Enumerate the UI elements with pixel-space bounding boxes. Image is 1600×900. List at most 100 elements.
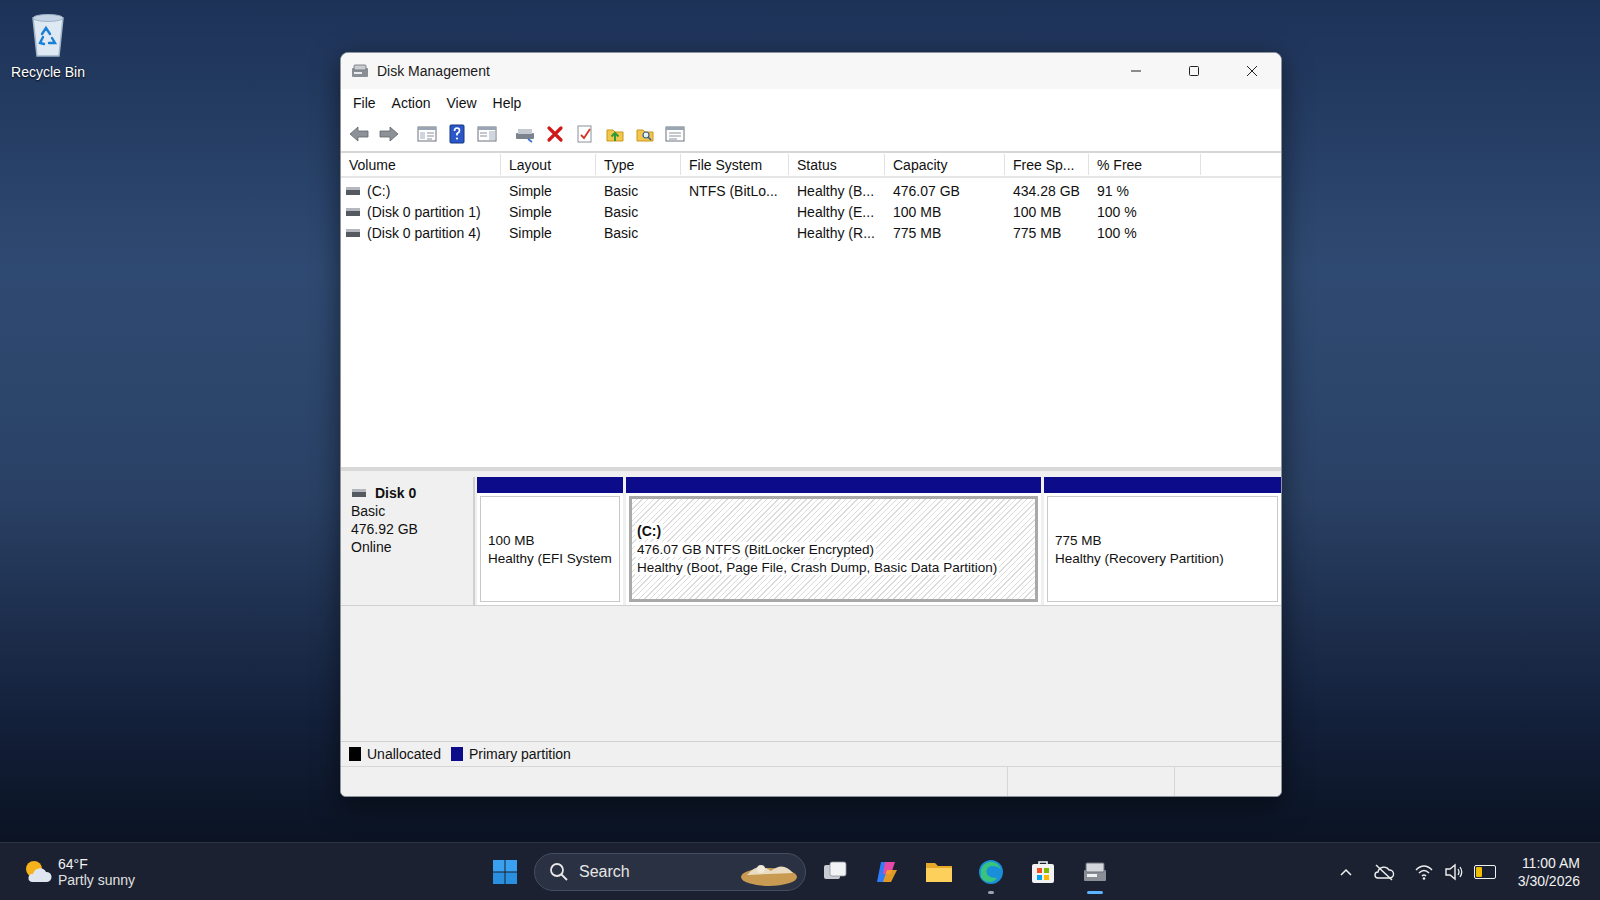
task-view-icon xyxy=(822,859,848,885)
console-tree-button[interactable] xyxy=(413,121,441,147)
forward-button[interactable] xyxy=(375,121,403,147)
column-header[interactable]: Free Sp... xyxy=(1005,154,1089,175)
battery-icon xyxy=(1474,865,1496,879)
column-header[interactable]: Layout xyxy=(501,154,596,175)
table-cell: 476.07 GB xyxy=(885,181,1005,201)
search-box[interactable]: Search xyxy=(534,853,806,891)
show-hidden-icons-button[interactable] xyxy=(1332,854,1360,890)
table-cell: Simple xyxy=(501,202,596,222)
disk-state: Online xyxy=(351,539,467,555)
weather-widget[interactable]: 64°FPartly sunny xyxy=(0,856,222,888)
recycle-bin[interactable]: Recycle Bin xyxy=(6,8,90,82)
table-cell: Healthy (R... xyxy=(789,223,885,243)
table-row[interactable]: (Disk 0 partition 4) Simple Basic Health… xyxy=(341,222,1281,243)
volume-list: VolumeLayoutTypeFile SystemStatusCapacit… xyxy=(341,153,1281,471)
up-button[interactable] xyxy=(601,121,629,147)
back-arrow-icon xyxy=(348,125,370,143)
legend-item: Unallocated xyxy=(349,746,441,762)
table-row[interactable]: (Disk 0 partition 1) Simple Basic Health… xyxy=(341,201,1281,222)
table-cell xyxy=(681,231,789,235)
disk-name: Disk 0 xyxy=(375,485,416,501)
wifi-icon xyxy=(1414,863,1434,881)
properties-button[interactable] xyxy=(571,121,599,147)
start-button[interactable] xyxy=(482,849,528,895)
store-app[interactable] xyxy=(1020,849,1066,895)
clock-time: 11:00 AM xyxy=(1522,855,1580,871)
legend: Unallocated Primary partition xyxy=(341,741,1281,766)
close-icon xyxy=(1246,65,1258,77)
disk-type: Basic xyxy=(351,503,467,519)
partition[interactable]: 775 MBHealthy (Recovery Partition) xyxy=(1044,477,1281,605)
column-header[interactable]: Type xyxy=(596,154,681,175)
drive-icon xyxy=(514,125,536,143)
task-view-app[interactable] xyxy=(812,849,858,895)
sync-off-button[interactable] xyxy=(1370,854,1398,890)
disk-graphical-view: Disk 0Basic476.92 GBOnline100 MBHealthy … xyxy=(341,471,1281,741)
partition-text: Healthy (Recovery Partition) xyxy=(1053,551,1226,566)
help-button[interactable] xyxy=(443,121,471,147)
table-cell xyxy=(681,210,789,214)
partition-stripe xyxy=(1044,477,1281,493)
menu-item[interactable]: Help xyxy=(485,91,530,115)
partitions: 100 MBHealthy (EFI System(C:)476.07 GB N… xyxy=(477,477,1281,605)
table-cell: 91 % xyxy=(1089,181,1201,201)
disk-management-app[interactable] xyxy=(1072,849,1118,895)
legend-swatch xyxy=(451,747,463,761)
delete-button[interactable] xyxy=(541,121,569,147)
disk-row: Disk 0Basic476.92 GBOnline100 MBHealthy … xyxy=(341,477,1281,606)
connect-drive-button[interactable] xyxy=(511,121,539,147)
edge-app[interactable] xyxy=(968,849,1014,895)
partition-text: Healthy (Boot, Page File, Crash Dump, Ba… xyxy=(635,560,999,575)
edge-browser-icon xyxy=(977,858,1005,886)
volume-icon xyxy=(345,228,361,238)
window-title: Disk Management xyxy=(377,63,490,79)
explorer-app[interactable] xyxy=(916,849,962,895)
partition-body: 100 MBHealthy (EFI System xyxy=(480,496,620,602)
details-view-icon xyxy=(665,125,685,143)
column-header[interactable]: File System xyxy=(681,154,789,175)
window-controls xyxy=(1107,53,1281,89)
menu-item[interactable]: Action xyxy=(384,91,439,115)
volume-icon xyxy=(345,186,361,196)
close-button[interactable] xyxy=(1223,53,1281,89)
table-row[interactable]: (C:) Simple Basic NTFS (BitLo... Healthy… xyxy=(341,180,1281,201)
recycle-bin-icon xyxy=(25,10,71,58)
table-cell: (C:) xyxy=(341,181,501,201)
menu-item[interactable]: View xyxy=(438,91,484,115)
column-header[interactable]: % Free xyxy=(1089,154,1201,175)
weather-condition: Partly sunny xyxy=(58,872,135,888)
partition[interactable]: 100 MBHealthy (EFI System xyxy=(477,477,623,605)
back-button[interactable] xyxy=(345,121,373,147)
column-header[interactable]: Volume xyxy=(341,154,501,175)
recycle-bin-label: Recycle Bin xyxy=(11,64,85,80)
partition-text: Healthy (EFI System xyxy=(486,551,614,566)
clock[interactable]: 11:00 AM3/30/2026 xyxy=(1512,855,1580,889)
copilot-app[interactable] xyxy=(864,849,910,895)
quick-settings-button[interactable] xyxy=(1408,857,1502,887)
chevron-up-icon xyxy=(1339,867,1353,877)
find-button[interactable] xyxy=(631,121,659,147)
partition-stripe xyxy=(626,477,1041,493)
disk-info[interactable]: Disk 0Basic476.92 GBOnline xyxy=(341,477,475,605)
table-cell: 775 MB xyxy=(1005,223,1089,243)
partition[interactable]: (C:)476.07 GB NTFS (BitLocker Encrypted)… xyxy=(626,477,1041,605)
store-icon xyxy=(1029,858,1057,886)
details-button[interactable] xyxy=(661,121,689,147)
menu-bar: FileActionViewHelp xyxy=(341,89,1281,117)
disk-management-icon xyxy=(1081,858,1109,886)
column-header[interactable]: Capacity xyxy=(885,154,1005,175)
search-icon xyxy=(549,862,569,882)
taskbar-apps: Search xyxy=(0,843,1600,900)
table-cell: Healthy (B... xyxy=(789,181,885,201)
volume-icon xyxy=(1444,863,1464,881)
minimize-button[interactable] xyxy=(1107,53,1165,89)
menu-item[interactable]: File xyxy=(345,91,384,115)
action-pane-button[interactable] xyxy=(473,121,501,147)
column-header[interactable]: Status xyxy=(789,154,885,175)
partition-body: 775 MBHealthy (Recovery Partition) xyxy=(1047,496,1278,602)
table-cell: NTFS (BitLo... xyxy=(681,181,789,201)
maximize-icon xyxy=(1188,65,1200,77)
partition-body: (C:)476.07 GB NTFS (BitLocker Encrypted)… xyxy=(629,496,1038,602)
desktop: Recycle Bin Disk Management FileActionView… xyxy=(0,0,1600,900)
maximize-button[interactable] xyxy=(1165,53,1223,89)
